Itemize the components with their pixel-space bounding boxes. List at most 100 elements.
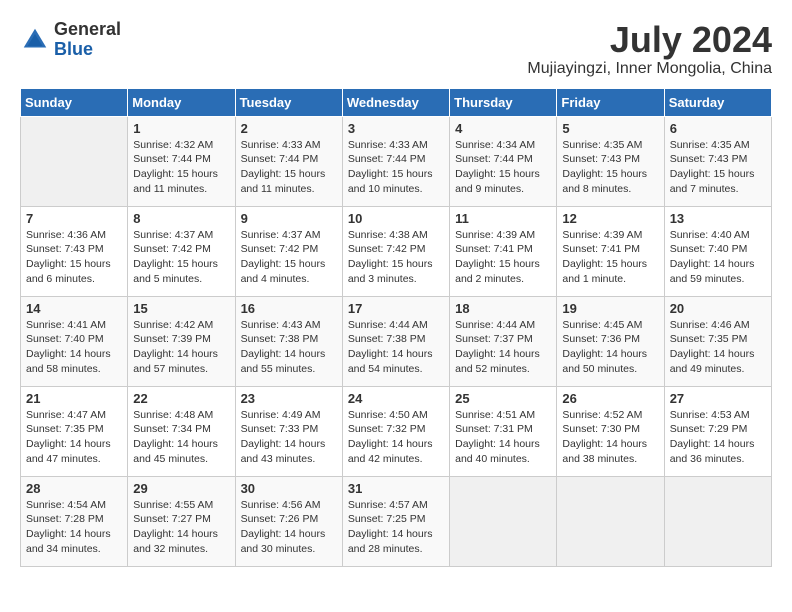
calendar-cell — [557, 476, 664, 566]
calendar-cell: 2Sunrise: 4:33 AMSunset: 7:44 PMDaylight… — [235, 116, 342, 206]
day-number: 1 — [133, 121, 229, 136]
calendar-cell: 17Sunrise: 4:44 AMSunset: 7:38 PMDayligh… — [342, 296, 449, 386]
day-number: 28 — [26, 481, 122, 496]
sunrise-text: Sunrise: 4:52 AM — [562, 408, 658, 423]
calendar-week-row: 21Sunrise: 4:47 AMSunset: 7:35 PMDayligh… — [21, 386, 772, 476]
cell-content: Sunrise: 4:35 AMSunset: 7:43 PMDaylight:… — [670, 138, 766, 197]
calendar-week-row: 7Sunrise: 4:36 AMSunset: 7:43 PMDaylight… — [21, 206, 772, 296]
cell-content: Sunrise: 4:33 AMSunset: 7:44 PMDaylight:… — [241, 138, 337, 197]
sunrise-text: Sunrise: 4:33 AM — [348, 138, 444, 153]
daylight-text: Daylight: 14 hours and 58 minutes. — [26, 347, 122, 376]
calendar-cell: 31 Sunrise: 4:57 AMSunset: 7:25 PMDayligh… — [342, 476, 449, 566]
sunset-text: Sunset: 7:40 PM — [26, 332, 122, 347]
calendar-table: SundayMondayTuesdayWednesdayThursdayFrid… — [20, 88, 772, 567]
sunset-text: Sunset: 7:42 PM — [348, 242, 444, 257]
sunset-text: Sunset: 7:44 PM — [133, 152, 229, 167]
sunset-text: Sunset: 7:26 PM — [241, 512, 337, 527]
sunrise-text: Sunrise: 4:47 AM — [26, 408, 122, 423]
sunset-text: Sunset: 7:35 PM — [670, 332, 766, 347]
sunrise-text: Sunrise: 4:49 AM — [241, 408, 337, 423]
daylight-text: Daylight: 15 hours and 1 minute. — [562, 257, 658, 286]
cell-content: Sunrise: 4:56 AMSunset: 7:26 PMDaylight:… — [241, 498, 337, 557]
cell-content: Sunrise: 4:49 AMSunset: 7:33 PMDaylight:… — [241, 408, 337, 467]
day-number: 16 — [241, 301, 337, 316]
day-number: 3 — [348, 121, 444, 136]
daylight-text: Daylight: 15 hours and 7 minutes. — [670, 167, 766, 196]
daylight-text: Daylight: 15 hours and 9 minutes. — [455, 167, 551, 196]
day-number: 8 — [133, 211, 229, 226]
cell-content: Sunrise: 4:42 AMSunset: 7:39 PMDaylight:… — [133, 318, 229, 377]
calendar-cell: 27Sunrise: 4:53 AMSunset: 7:29 PMDayligh… — [664, 386, 771, 476]
calendar-cell: 14 Sunrise: 4:41 AMSunset: 7:40 PMDayligh… — [21, 296, 128, 386]
sunset-text: Sunset: 7:28 PM — [26, 512, 122, 527]
cell-content: Sunrise: 4:44 AMSunset: 7:38 PMDaylight:… — [348, 318, 444, 377]
logo: General Blue — [20, 20, 121, 60]
calendar-cell: 7Sunrise: 4:36 AMSunset: 7:43 PMDaylight… — [21, 206, 128, 296]
sunrise-text: Sunrise: 4:44 AM — [455, 318, 551, 333]
daylight-text: Daylight: 14 hours and 38 minutes. — [562, 437, 658, 466]
calendar-cell: 25Sunrise: 4:51 AMSunset: 7:31 PMDayligh… — [450, 386, 557, 476]
sunrise-text: Sunrise: 4:43 AM — [241, 318, 337, 333]
calendar-cell: 11 Sunrise: 4:39 AMSunset: 7:41 PMDayligh… — [450, 206, 557, 296]
sunrise-text: Sunrise: 4:32 AM — [133, 138, 229, 153]
daylight-text: Daylight: 14 hours and 57 minutes. — [133, 347, 229, 376]
sunset-text: Sunset: 7:38 PM — [348, 332, 444, 347]
sunset-text: Sunset: 7:44 PM — [348, 152, 444, 167]
sunrise-text: Sunrise: 4:33 AM — [241, 138, 337, 153]
calendar-cell: 15 Sunrise: 4:42 AMSunset: 7:39 PMDayligh… — [128, 296, 235, 386]
day-number: 31 — [348, 481, 444, 496]
calendar-cell: 26Sunrise: 4:52 AMSunset: 7:30 PMDayligh… — [557, 386, 664, 476]
daylight-text: Daylight: 14 hours and 50 minutes. — [562, 347, 658, 376]
sunrise-text: Sunrise: 4:39 AM — [562, 228, 658, 243]
sunrise-text: Sunrise: 4:39 AM — [455, 228, 551, 243]
weekday-header-row: SundayMondayTuesdayWednesdayThursdayFrid… — [21, 88, 772, 116]
sunset-text: Sunset: 7:40 PM — [670, 242, 766, 257]
day-number: 30 — [241, 481, 337, 496]
sunset-text: Sunset: 7:34 PM — [133, 422, 229, 437]
sunrise-text: Sunrise: 4:38 AM — [348, 228, 444, 243]
cell-content: Sunrise: 4:39 AMSunset: 7:41 PMDaylight:… — [455, 228, 551, 287]
day-number: 9 — [241, 211, 337, 226]
day-number: 14 — [26, 301, 122, 316]
sunset-text: Sunset: 7:44 PM — [455, 152, 551, 167]
sunset-text: Sunset: 7:31 PM — [455, 422, 551, 437]
sunrise-text: Sunrise: 4:51 AM — [455, 408, 551, 423]
sunrise-text: Sunrise: 4:53 AM — [670, 408, 766, 423]
sunrise-text: Sunrise: 4:48 AM — [133, 408, 229, 423]
logo-icon — [20, 25, 50, 55]
daylight-text: Daylight: 15 hours and 11 minutes. — [241, 167, 337, 196]
sunset-text: Sunset: 7:43 PM — [670, 152, 766, 167]
sunset-text: Sunset: 7:41 PM — [562, 242, 658, 257]
cell-content: Sunrise: 4:41 AMSunset: 7:40 PMDaylight:… — [26, 318, 122, 377]
day-number: 15 — [133, 301, 229, 316]
calendar-cell: 24 Sunrise: 4:50 AMSunset: 7:32 PMDayligh… — [342, 386, 449, 476]
weekday-header: Saturday — [664, 88, 771, 116]
sunset-text: Sunset: 7:39 PM — [133, 332, 229, 347]
day-number: 11 — [455, 211, 551, 226]
calendar-cell: 30 Sunrise: 4:56 AMSunset: 7:26 PMDayligh… — [235, 476, 342, 566]
calendar-cell: 23Sunrise: 4:49 AMSunset: 7:33 PMDayligh… — [235, 386, 342, 476]
sunrise-text: Sunrise: 4:50 AM — [348, 408, 444, 423]
weekday-header: Monday — [128, 88, 235, 116]
sunset-text: Sunset: 7:36 PM — [562, 332, 658, 347]
calendar-cell: 3Sunrise: 4:33 AMSunset: 7:44 PMDaylight… — [342, 116, 449, 206]
calendar-cell: 20Sunrise: 4:46 AMSunset: 7:35 PMDayligh… — [664, 296, 771, 386]
calendar-cell — [664, 476, 771, 566]
logo-general: General — [54, 20, 121, 40]
daylight-text: Daylight: 15 hours and 5 minutes. — [133, 257, 229, 286]
cell-content: Sunrise: 4:37 AMSunset: 7:42 PMDaylight:… — [133, 228, 229, 287]
day-number: 13 — [670, 211, 766, 226]
cell-content: Sunrise: 4:50 AMSunset: 7:32 PMDaylight:… — [348, 408, 444, 467]
cell-content: Sunrise: 4:55 AMSunset: 7:27 PMDaylight:… — [133, 498, 229, 557]
cell-content: Sunrise: 4:57 AMSunset: 7:25 PMDaylight:… — [348, 498, 444, 557]
daylight-text: Daylight: 15 hours and 2 minutes. — [455, 257, 551, 286]
sunrise-text: Sunrise: 4:41 AM — [26, 318, 122, 333]
cell-content: Sunrise: 4:39 AMSunset: 7:41 PMDaylight:… — [562, 228, 658, 287]
day-number: 24 — [348, 391, 444, 406]
location-title: Mujiayingzi, Inner Mongolia, China — [527, 60, 772, 78]
daylight-text: Daylight: 14 hours and 42 minutes. — [348, 437, 444, 466]
day-number: 19 — [562, 301, 658, 316]
sunrise-text: Sunrise: 4:55 AM — [133, 498, 229, 513]
sunrise-text: Sunrise: 4:35 AM — [670, 138, 766, 153]
cell-content: Sunrise: 4:52 AMSunset: 7:30 PMDaylight:… — [562, 408, 658, 467]
